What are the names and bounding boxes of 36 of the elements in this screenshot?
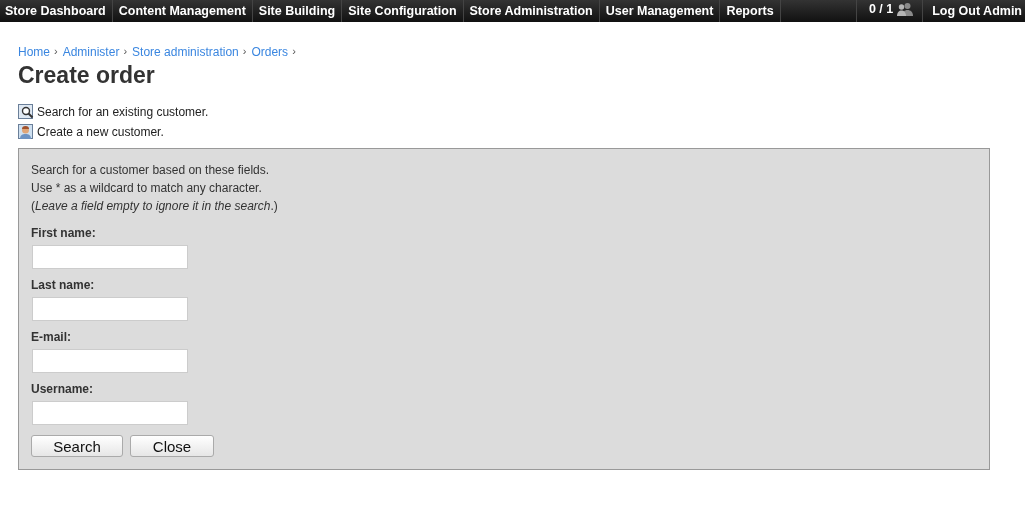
nav-link[interactable]: Site Configuration bbox=[342, 0, 464, 22]
nav-link[interactable]: Store Administration bbox=[463, 0, 600, 22]
help-text: Search for a customer based on these fields. bbox=[31, 162, 271, 179]
users-icon bbox=[896, 2, 915, 16]
breadcrumb-separator: › bbox=[123, 45, 128, 59]
person-icon bbox=[18, 124, 34, 140]
field-label: E-mail: bbox=[31, 329, 72, 345]
help-text: Use * as a wildcard to match any character. bbox=[31, 180, 263, 197]
breadcrumb-separator: › bbox=[292, 45, 296, 59]
logout-link[interactable]: Log Out Admin bbox=[923, 0, 1025, 22]
action-link[interactable]: Search for an existing customer. bbox=[37, 105, 209, 119]
input-field[interactable] bbox=[32, 297, 188, 321]
input-field[interactable] bbox=[32, 401, 188, 425]
nav-link[interactable]: User Management bbox=[599, 0, 721, 22]
help-text: (Leave a field empty to ignore it in the search.) bbox=[31, 198, 279, 215]
form-button[interactable]: Search bbox=[31, 435, 123, 457]
page-title: Create order bbox=[18, 62, 156, 89]
breadcrumb-separator: › bbox=[242, 45, 247, 59]
input-field[interactable] bbox=[32, 349, 188, 373]
action-link[interactable]: Create a new customer. bbox=[37, 125, 164, 139]
breadcrumb-separator: › bbox=[54, 45, 58, 59]
nav-link[interactable]: Store Dashboard bbox=[0, 0, 113, 22]
field-label: First name: bbox=[31, 225, 97, 241]
nav-link[interactable]: Site Building bbox=[252, 0, 343, 22]
breadcrumb-link[interactable]: Home bbox=[18, 45, 50, 59]
breadcrumb-link[interactable]: Administer bbox=[62, 45, 120, 59]
nav-link[interactable]: Content Management bbox=[112, 0, 253, 22]
field-label: Username: bbox=[31, 381, 95, 397]
breadcrumb-link[interactable]: Store administration bbox=[132, 45, 239, 59]
nav-link[interactable]: Reports bbox=[720, 0, 781, 22]
breadcrumb-link[interactable]: Orders bbox=[251, 45, 289, 59]
field-label: Last name: bbox=[31, 277, 96, 293]
form-button[interactable]: Close bbox=[130, 435, 214, 457]
input-field[interactable] bbox=[32, 245, 188, 269]
users-online-count: 0 / 1 bbox=[868, 2, 894, 16]
search-icon bbox=[18, 104, 34, 120]
